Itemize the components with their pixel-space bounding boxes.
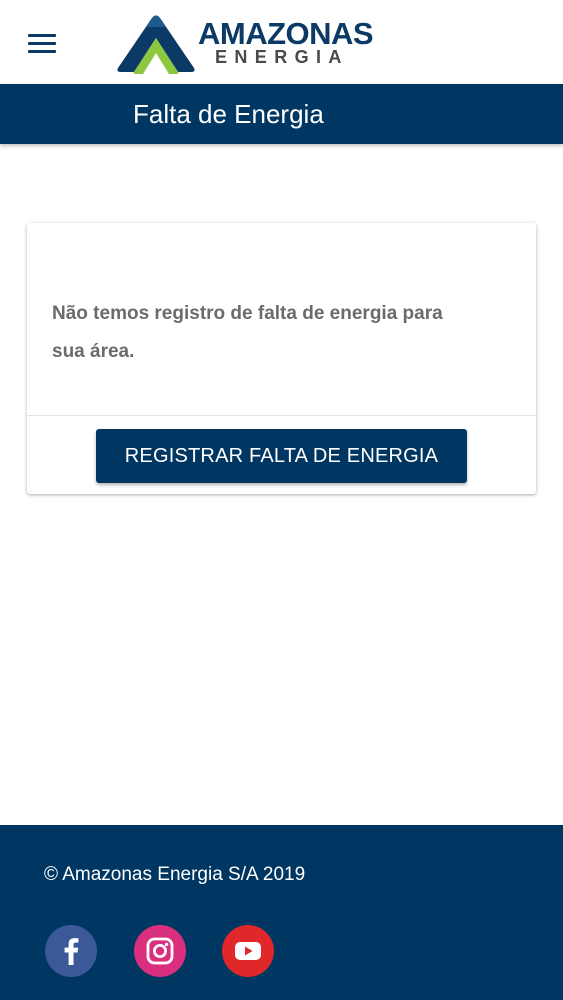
hamburger-menu-icon[interactable] <box>28 32 56 54</box>
page-title: Falta de Energia <box>133 99 324 129</box>
youtube-link[interactable] <box>222 925 274 977</box>
card-divider <box>27 415 536 416</box>
logo-subtitle: ENERGIA <box>215 47 349 67</box>
outage-status-card: Não temos registro de falta de energia p… <box>27 223 536 494</box>
facebook-icon <box>64 938 79 965</box>
top-bar: AMAZONAS ENERGIA <box>0 0 563 84</box>
footer: © Amazonas Energia S/A 2019 <box>0 825 563 1000</box>
facebook-link[interactable] <box>45 925 97 977</box>
youtube-icon <box>235 942 261 960</box>
amazonas-energia-logo[interactable]: AMAZONAS ENERGIA <box>114 12 404 74</box>
no-outage-message: Não temos registro de falta de energia p… <box>52 303 443 362</box>
menu-line <box>28 42 56 45</box>
menu-line <box>28 34 56 37</box>
instagram-link[interactable] <box>134 925 186 977</box>
page-title-bar: Falta de Energia <box>0 84 563 144</box>
logo-mark-icon <box>117 15 195 74</box>
menu-line <box>28 50 56 53</box>
instagram-icon <box>146 937 174 965</box>
register-outage-button[interactable]: REGISTRAR FALTA DE ENERGIA <box>96 429 467 483</box>
copyright-text: © Amazonas Energia S/A 2019 <box>44 864 306 885</box>
